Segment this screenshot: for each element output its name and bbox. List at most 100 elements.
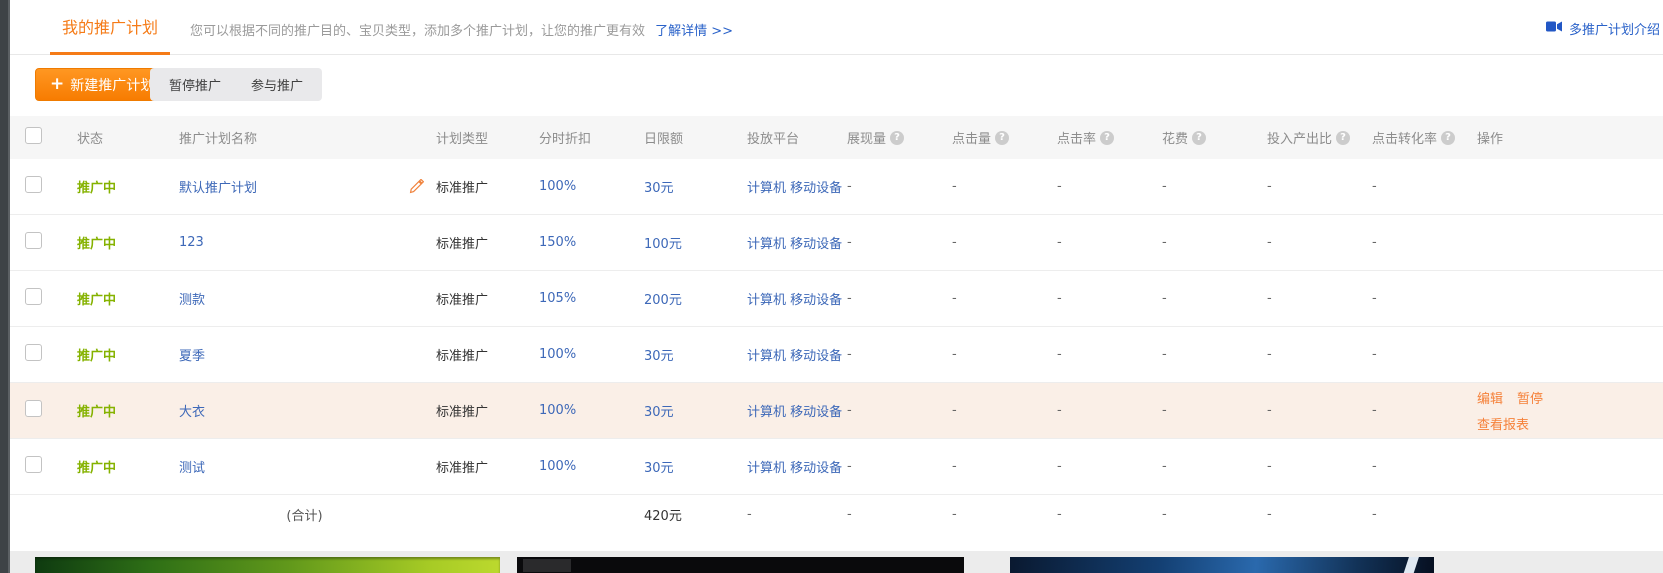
- view-report-action-link[interactable]: 查看报表: [1477, 414, 1529, 433]
- pause-promotion-button[interactable]: 暂停推广: [150, 68, 240, 101]
- ctr-value: -: [1057, 291, 1162, 306]
- cost-value: -: [1162, 347, 1267, 362]
- conversion-value: -: [1372, 235, 1477, 250]
- platform-link[interactable]: 计算机 移动设备: [747, 345, 847, 364]
- impressions-value: -: [847, 459, 952, 474]
- daily-limit-link[interactable]: 30元: [644, 401, 747, 420]
- row-checkbox[interactable]: [25, 288, 42, 305]
- conversion-value: -: [1372, 179, 1477, 194]
- col-ctr: 点击率: [1057, 128, 1096, 147]
- platform-link[interactable]: 计算机 移动设备: [747, 177, 847, 196]
- clicks-value: -: [952, 347, 1057, 362]
- daily-limit-link[interactable]: 30元: [644, 457, 747, 476]
- clicks-value: -: [952, 235, 1057, 250]
- daily-limit-link[interactable]: 30元: [644, 177, 747, 196]
- learn-more-link[interactable]: 了解详情 >>: [655, 24, 733, 39]
- row-checkbox[interactable]: [25, 400, 42, 417]
- plan-name-link[interactable]: 测试: [179, 461, 205, 476]
- row-checkbox[interactable]: [25, 344, 42, 361]
- multi-plan-intro-link[interactable]: 多推广计划介绍: [1546, 19, 1660, 38]
- row-checkbox[interactable]: [25, 176, 42, 193]
- multi-plan-intro-label: 多推广计划介绍: [1569, 19, 1660, 38]
- discount-link[interactable]: 105%: [539, 291, 644, 306]
- col-roi: 投入产出比: [1267, 128, 1332, 147]
- daily-limit-link[interactable]: 30元: [644, 345, 747, 364]
- table-header-row: 状态 推广计划名称 计划类型 分时折扣 日限额 投放平台 展现量? 点击量? 点…: [10, 116, 1663, 159]
- plan-name-link[interactable]: 测款: [179, 293, 205, 308]
- discount-link[interactable]: 100%: [539, 179, 644, 194]
- help-icon[interactable]: ?: [1192, 131, 1206, 145]
- help-icon[interactable]: ?: [1100, 131, 1114, 145]
- plan-name-link[interactable]: 默认推广计划: [179, 177, 257, 196]
- thumbnail-green[interactable]: [35, 557, 500, 573]
- clicks-value: -: [952, 403, 1057, 418]
- tab-my-promotion-plans[interactable]: 我的推广计划: [50, 0, 170, 55]
- daily-limit-link[interactable]: 100元: [644, 233, 747, 252]
- discount-link[interactable]: 100%: [539, 347, 644, 362]
- total-conversion-value: -: [1372, 507, 1477, 522]
- plan-type: 标准推广: [436, 177, 539, 196]
- status-badge: 推广中: [77, 401, 179, 420]
- plan-name-link[interactable]: 123: [179, 235, 204, 250]
- discount-link[interactable]: 150%: [539, 235, 644, 250]
- status-badge: 推广中: [77, 345, 179, 364]
- ctr-value: -: [1057, 459, 1162, 474]
- row-checkbox[interactable]: [25, 456, 42, 473]
- col-cost: 花费: [1162, 128, 1188, 147]
- join-label: 参与推广: [251, 75, 303, 94]
- row-checkbox[interactable]: [25, 232, 42, 249]
- col-plan-type: 计划类型: [436, 128, 539, 147]
- clicks-value: -: [952, 459, 1057, 474]
- plan-type: 标准推广: [436, 401, 539, 420]
- page-header: 我的推广计划 您可以根据不同的推广目的、宝贝类型，添加多个推广计划，让您的推广更…: [10, 0, 1663, 55]
- status-badge: 推广中: [77, 457, 179, 476]
- discount-link[interactable]: 100%: [539, 459, 644, 474]
- select-all-checkbox[interactable]: [25, 127, 42, 144]
- subtitle-text: 您可以根据不同的推广目的、宝贝类型，添加多个推广计划，让您的推广更有效: [190, 24, 645, 39]
- help-icon[interactable]: ?: [890, 131, 904, 145]
- plan-name-link[interactable]: 大衣: [179, 405, 205, 420]
- col-conversion: 点击转化率: [1372, 128, 1437, 147]
- page-subtitle: 您可以根据不同的推广目的、宝贝类型，添加多个推广计划，让您的推广更有效 了解详情…: [190, 20, 733, 39]
- clicks-value: -: [952, 291, 1057, 306]
- total-impressions-value: -: [847, 507, 952, 522]
- clicks-value: -: [952, 179, 1057, 194]
- platform-link[interactable]: 计算机 移动设备: [747, 289, 847, 308]
- platform-link[interactable]: 计算机 移动设备: [747, 457, 847, 476]
- discount-link[interactable]: 100%: [539, 403, 644, 418]
- thumbnail-black[interactable]: [517, 557, 964, 573]
- plus-icon: +: [50, 76, 64, 93]
- promotion-plan-table: 状态 推广计划名称 计划类型 分时折扣 日限额 投放平台 展现量? 点击量? 点…: [10, 116, 1663, 533]
- impressions-value: -: [847, 347, 952, 362]
- join-promotion-button[interactable]: 参与推广: [232, 68, 322, 101]
- conversion-value: -: [1372, 347, 1477, 362]
- plan-type: 标准推广: [436, 457, 539, 476]
- status-badge: 推广中: [77, 233, 179, 252]
- table-row: 推广中 测试 标准推广 100% 30元 计算机 移动设备 - - - - - …: [10, 439, 1663, 495]
- pause-action-link[interactable]: 暂停: [1517, 388, 1543, 407]
- total-ctr-value: -: [1057, 507, 1162, 522]
- plan-name-link[interactable]: 夏季: [179, 349, 205, 364]
- platform-link[interactable]: 计算机 移动设备: [747, 233, 847, 252]
- total-label: (合计): [179, 505, 436, 524]
- conversion-value: -: [1372, 291, 1477, 306]
- col-plan-name: 推广计划名称: [179, 128, 436, 147]
- new-plan-label: 新建推广计划: [70, 75, 154, 95]
- pause-label: 暂停推广: [169, 75, 221, 94]
- help-icon[interactable]: ?: [995, 131, 1009, 145]
- conversion-value: -: [1372, 403, 1477, 418]
- ctr-value: -: [1057, 347, 1162, 362]
- conversion-value: -: [1372, 459, 1477, 474]
- help-icon[interactable]: ?: [1336, 131, 1350, 145]
- platform-link[interactable]: 计算机 移动设备: [747, 401, 847, 420]
- edit-pencil-icon[interactable]: [409, 179, 424, 194]
- daily-limit-link[interactable]: 200元: [644, 289, 747, 308]
- plan-type: 标准推广: [436, 345, 539, 364]
- col-impressions: 展现量: [847, 128, 886, 147]
- thumbnail-blue[interactable]: [1010, 557, 1434, 573]
- help-icon[interactable]: ?: [1441, 131, 1455, 145]
- total-cost-value: -: [1162, 507, 1267, 522]
- impressions-value: -: [847, 291, 952, 306]
- roi-value: -: [1267, 403, 1372, 418]
- edit-action-link[interactable]: 编辑: [1477, 388, 1503, 407]
